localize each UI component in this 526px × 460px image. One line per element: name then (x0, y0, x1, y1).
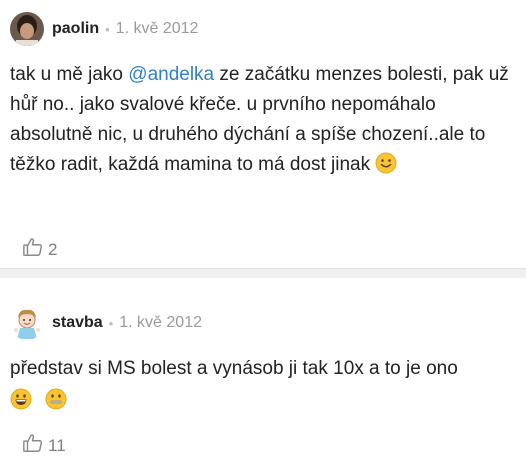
like-button[interactable]: 2 (22, 236, 57, 263)
zipper-mouth-face-icon (45, 388, 67, 410)
username[interactable]: stavba (52, 314, 103, 332)
text-before: tak u mě jako (10, 64, 129, 85)
user-mention-link[interactable]: @andelka (128, 64, 214, 85)
post-date: 1. kvě 2012 (115, 20, 199, 37)
comment-text: představ si MS bolest a vynásob ji tak 1… (10, 354, 516, 416)
comment-post: paolin • 1. kvě 2012 tak u mě jako @ande… (0, 0, 526, 268)
thumbs-up-icon (22, 432, 44, 459)
post-date: 1. kvě 2012 (119, 314, 202, 331)
slightly-smiling-face-icon (375, 152, 397, 174)
separator-dot: • (105, 21, 110, 37)
like-count: 2 (48, 239, 58, 259)
avatar[interactable] (10, 12, 44, 46)
text-line: představ si MS bolest a vynásob ji tak 1… (10, 358, 458, 379)
comment-post: stavba • 1. kvě 2012 představ si MS bole… (0, 278, 526, 460)
grinning-face-icon (10, 388, 32, 410)
username[interactable]: paolin (52, 20, 99, 38)
comment-header: paolin • 1. kvě 2012 (10, 12, 198, 46)
comment-header: stavba • 1. kvě 2012 (10, 306, 202, 340)
like-button[interactable]: 11 (22, 432, 66, 459)
separator-dot: • (108, 315, 114, 331)
emoji-row (10, 386, 516, 416)
avatar[interactable] (10, 306, 44, 340)
thumbs-up-icon (22, 236, 44, 263)
comment-text: tak u mě jako @andelka ze začátku menzes… (10, 60, 516, 180)
post-divider (0, 268, 526, 278)
like-count: 11 (48, 435, 66, 455)
